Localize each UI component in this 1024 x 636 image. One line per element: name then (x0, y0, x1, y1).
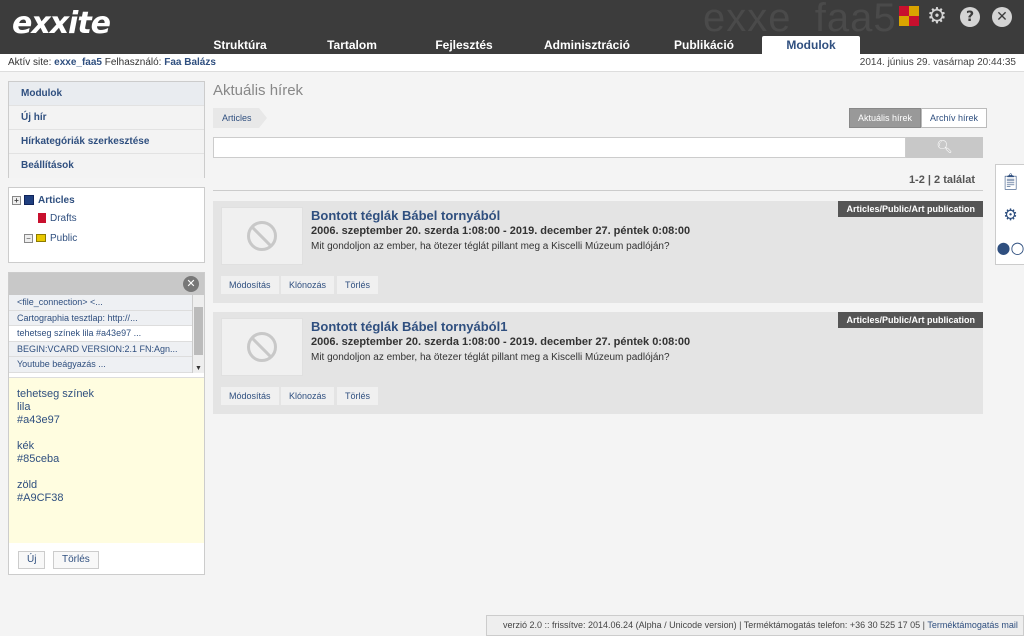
news-description: Mit gondoljon az ember, ha ötezer téglát… (311, 241, 670, 252)
tab-current-news[interactable]: Aktuális hírek (849, 108, 922, 128)
news-title[interactable]: Bontott téglák Bábel tornyából (311, 208, 500, 223)
brand-icon (899, 6, 919, 26)
top-bar: exxite exxe_faa5 ⚙ ? ✕ Struktúra Tartalo… (0, 0, 1024, 54)
news-description: Mit gondoljon az ember, ha ötezer téglát… (311, 352, 670, 363)
page-title: Aktuális hírek (213, 82, 304, 99)
document-icon (38, 213, 46, 224)
collapse-icon[interactable]: − (24, 233, 33, 243)
search-icon: 🔍︎ (936, 140, 953, 155)
site-value: exxe_faa5 (54, 57, 102, 68)
delete-button[interactable]: Törlés (337, 387, 379, 405)
tree-node-public[interactable]: − Public (24, 231, 77, 247)
status-bar: Aktív site: exxe_faa5 Felhasználó: Faa B… (0, 54, 1024, 72)
edit-button[interactable]: Módosítás (221, 276, 279, 294)
scrollbar-thumb[interactable] (194, 307, 203, 355)
clipboard-header: ✕ (9, 273, 204, 295)
list-item[interactable]: Youtube beágyazás ... (9, 357, 193, 373)
no-image-icon (247, 332, 277, 362)
no-image-icon (247, 221, 277, 251)
tree-node-drafts[interactable]: Drafts (38, 211, 77, 227)
gear-icon[interactable]: ⚙ (927, 6, 947, 28)
clipboard-scrollbar[interactable]: ▼ (192, 295, 204, 373)
clone-button[interactable]: Klónozás (281, 387, 335, 405)
book-icon (24, 195, 34, 206)
tab-fejlesztes[interactable]: Fejlesztés (408, 36, 520, 54)
site-watermark: exxe_faa5 (703, 0, 897, 40)
category-tree: + Articles Drafts − Public (8, 187, 205, 263)
category-badge: Articles/Public/Art publication (838, 312, 983, 328)
tab-publikacio[interactable]: Publikáció (654, 36, 754, 54)
edit-button[interactable]: Módosítás (221, 387, 279, 405)
datetime: 2014. június 29. vasárnap 20:44:35 (859, 57, 1016, 68)
menu-item-settings[interactable]: Beállítások (9, 154, 204, 178)
help-icon[interactable]: ? (960, 7, 980, 27)
user-label: Felhasználó: (104, 57, 162, 68)
side-toolbar: 📋︎ ⚙ ●○ (995, 164, 1024, 265)
thumbnail (221, 318, 303, 376)
tab-modulok[interactable]: Modulok (762, 36, 860, 54)
clipboard-content[interactable]: tehetseg színek lila #a43e97 kék #85ceba… (9, 377, 204, 543)
clipboard-icon[interactable]: 📋︎ (996, 165, 1024, 198)
list-item[interactable]: BEGIN:VCARD VERSION:2.1 FN:Agn... (9, 341, 193, 357)
menu-item-modulok[interactable]: Modulok (9, 82, 204, 106)
toggle-icon[interactable]: ●○ (996, 231, 1024, 264)
tab-struktura[interactable]: Struktúra (184, 36, 296, 54)
breadcrumb[interactable]: Articles (213, 108, 267, 128)
tab-archive-news[interactable]: Archív hírek (921, 108, 988, 128)
new-button[interactable]: Új (18, 551, 46, 569)
user-value: Faa Balázs (164, 57, 216, 68)
clone-button[interactable]: Klónozás (281, 276, 335, 294)
folder-icon (36, 234, 46, 243)
delete-button[interactable]: Törlés (53, 551, 99, 569)
chevron-down-icon[interactable]: ▼ (195, 365, 202, 372)
clipboard-list: <file_connection> <... Cartographia tesz… (9, 295, 193, 373)
search-button[interactable]: 🔍︎ (906, 137, 983, 158)
expand-icon[interactable]: + (12, 195, 21, 205)
site-label: Aktív site: (8, 57, 52, 68)
menu-item-new-news[interactable]: Új hír (9, 106, 204, 130)
results-count: 1-2 | 2 találat (908, 174, 975, 186)
news-title[interactable]: Bontott téglák Bábel tornyából1 (311, 319, 507, 334)
search-input[interactable] (213, 137, 906, 158)
delete-button[interactable]: Törlés (337, 276, 379, 294)
menu-item-categories[interactable]: Hírkategóriák szerkesztése (9, 130, 204, 154)
support-mail-link[interactable]: Terméktámogatás mail (927, 620, 1018, 630)
footer: verzió 2.0 :: frissítve: 2014.06.24 (Alp… (486, 615, 1024, 636)
news-date: 2006. szeptember 20. szerda 1:08:00 - 20… (311, 225, 691, 237)
settings-icon[interactable]: ⚙ (996, 198, 1024, 231)
news-item: Articles/Public/Art publication Bontott … (213, 312, 983, 414)
list-item[interactable]: Cartographia tesztlap: http://... (9, 310, 193, 326)
tab-tartalom[interactable]: Tartalom (296, 36, 408, 54)
close-icon[interactable]: ✕ (183, 276, 199, 292)
left-menu: Modulok Új hír Hírkategóriák szerkesztés… (8, 81, 205, 178)
list-item[interactable]: tehetseg színek lila #a43e97 ... (9, 326, 193, 342)
news-date: 2006. szeptember 20. szerda 1:08:00 - 20… (311, 336, 691, 348)
thumbnail (221, 207, 303, 265)
tab-adminisztracio[interactable]: Adminisztráció (520, 36, 654, 54)
footer-text: verzió 2.0 :: frissítve: 2014.06.24 (Alp… (503, 620, 928, 630)
logo: exxite (12, 6, 111, 41)
list-item[interactable]: <file_connection> <... (9, 295, 193, 311)
clipboard-panel: ✕ <file_connection> <... Cartographia te… (8, 272, 205, 575)
news-item: Articles/Public/Art publication Bontott … (213, 201, 983, 303)
category-badge: Articles/Public/Art publication (838, 201, 983, 217)
close-icon[interactable]: ✕ (992, 7, 1012, 27)
main-nav: Struktúra Tartalom Fejlesztés Adminisztr… (184, 36, 860, 54)
tree-node-articles[interactable]: + Articles (12, 193, 75, 209)
view-tabs: Aktuális hírek Archív hírek (849, 108, 988, 128)
divider (213, 190, 983, 191)
